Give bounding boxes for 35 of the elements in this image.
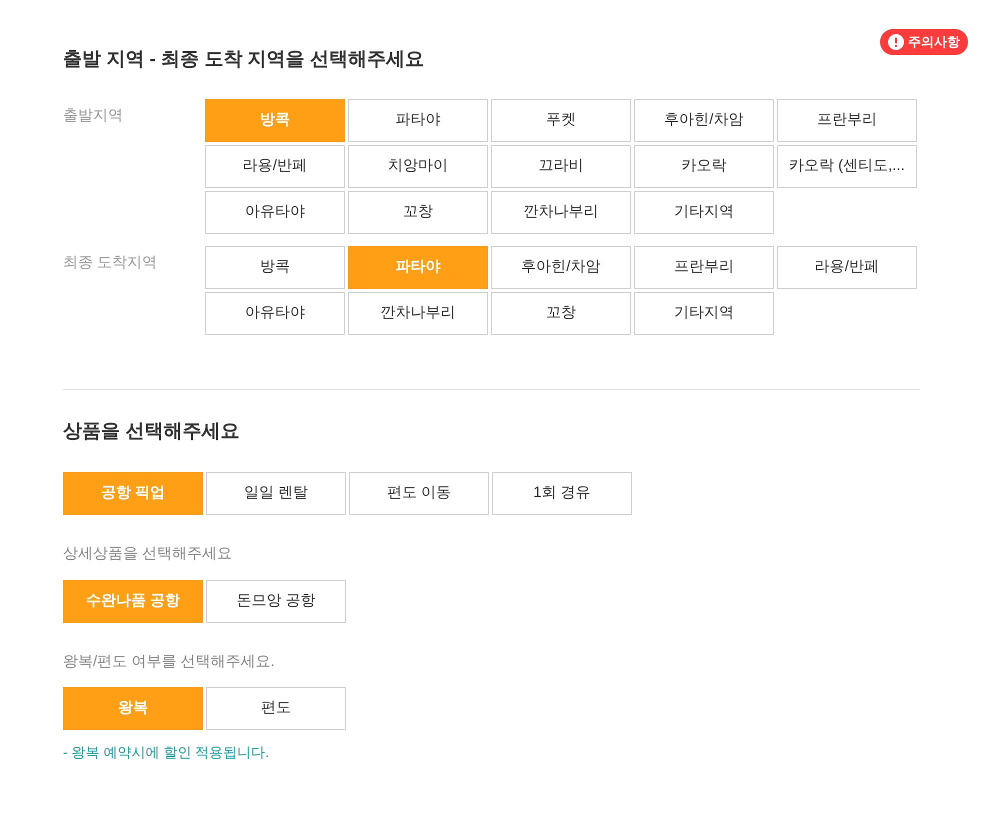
option-button[interactable]: 푸켓	[490, 98, 631, 142]
group-label: 최종 도착지역	[63, 252, 158, 272]
trip-label: 왕복/편도 여부를 선택해주세요.	[63, 652, 276, 672]
exclamation-icon	[888, 34, 904, 50]
option-button[interactable]: 깐차나부리	[490, 190, 631, 234]
option-button[interactable]: 카오락 (센티도,...	[776, 144, 917, 188]
option-button[interactable]: 끄라비	[490, 144, 631, 188]
option-button[interactable]: 프란부리	[776, 98, 917, 142]
option-button[interactable]: 기타지역	[634, 190, 774, 234]
option-button[interactable]: 후아힌/차암	[490, 246, 631, 288]
option-button[interactable]: 1회 경유	[492, 472, 632, 515]
group-label: 출발지역	[63, 106, 124, 126]
option-button[interactable]: 아유타야	[204, 190, 345, 234]
option-button[interactable]: 아유타야	[204, 292, 345, 334]
notice-badge[interactable]: 주의사항	[880, 29, 968, 55]
option-button[interactable]: 치앙마이	[348, 144, 488, 188]
section-title: 출발 지역 - 최종 도착 지역을 선택해주세요	[63, 48, 425, 72]
option-button[interactable]: 꼬창	[490, 292, 631, 334]
option-button[interactable]: 프란부리	[634, 246, 774, 288]
option-button[interactable]: 깐차나부리	[348, 292, 488, 334]
option-button[interactable]: 라용/반페	[204, 144, 345, 188]
option-button[interactable]: 카오락	[634, 144, 774, 188]
option-button[interactable]: 방콕	[204, 246, 345, 288]
option-button[interactable]: 라용/반페	[776, 246, 917, 288]
detail-label: 상세상품을 선택해주세요	[63, 544, 234, 564]
option-button[interactable]: 파타야	[348, 98, 488, 142]
section-title: 상품을 선택해주세요	[63, 420, 240, 444]
option-button[interactable]: 기타지역	[634, 292, 774, 334]
option-button[interactable]: 후아힌/차암	[634, 98, 774, 142]
option-button[interactable]: 일일 렌탈	[206, 472, 346, 515]
option-button[interactable]: 꼬창	[348, 190, 488, 234]
option-button[interactable]: 돈므앙 공항	[206, 580, 346, 622]
option-button[interactable]: 편도	[206, 687, 346, 730]
discount-note: - 왕복 예약시에 할인 적용됩니다.	[63, 743, 270, 762]
option-button[interactable]: 편도 이동	[349, 472, 489, 515]
